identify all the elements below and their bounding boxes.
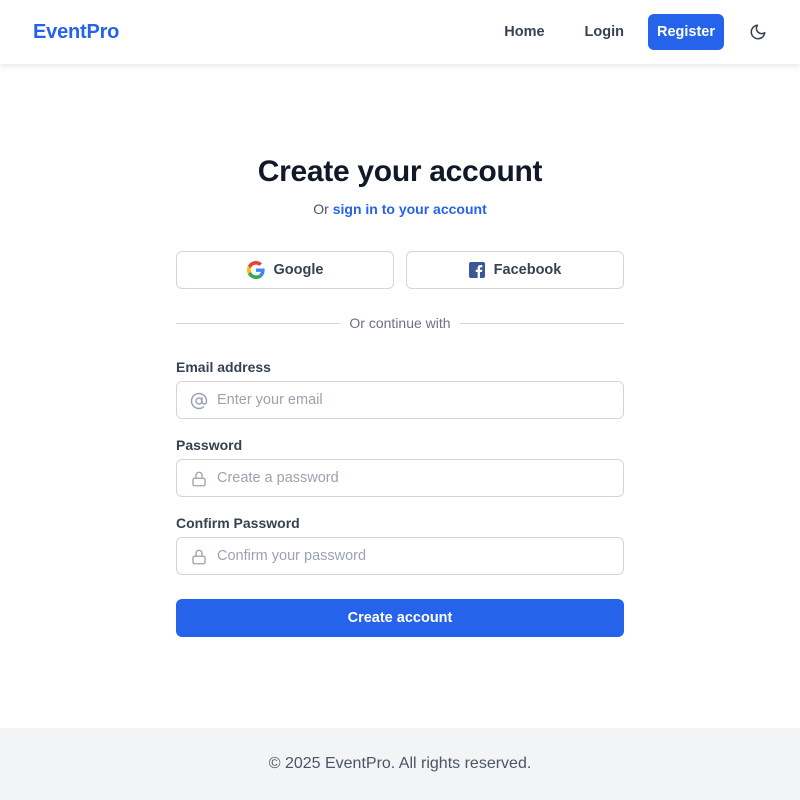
sign-in-link[interactable]: sign in to your account bbox=[333, 201, 487, 217]
lock-icon bbox=[189, 547, 209, 567]
nav-login-link[interactable]: Login bbox=[585, 24, 624, 40]
at-sign-icon bbox=[189, 391, 209, 411]
google-button-label: Google bbox=[273, 262, 324, 278]
google-signin-button[interactable]: Google bbox=[176, 251, 394, 289]
theme-toggle-button[interactable] bbox=[748, 22, 768, 42]
divider-line-left bbox=[176, 322, 341, 324]
create-account-button[interactable]: Create account bbox=[176, 599, 624, 637]
google-icon bbox=[246, 261, 265, 279]
or-divider: Or continue with bbox=[176, 313, 625, 333]
register-button[interactable]: Register bbox=[648, 14, 724, 50]
confirm-password-field[interactable] bbox=[176, 537, 624, 575]
moon-icon bbox=[750, 24, 766, 40]
email-input[interactable] bbox=[217, 382, 613, 418]
page-footer: © 2025 EventPro. All rights reserved. bbox=[0, 728, 800, 800]
facebook-button-label: Facebook bbox=[493, 262, 562, 278]
main-nav: Home Login Register bbox=[504, 14, 768, 50]
divider-line-right bbox=[459, 322, 625, 324]
password-field[interactable] bbox=[176, 459, 624, 497]
top-navbar: EventPro Home Login Register bbox=[0, 0, 800, 64]
facebook-icon bbox=[468, 262, 485, 278]
lock-icon bbox=[189, 469, 209, 489]
nav-home-link[interactable]: Home bbox=[504, 24, 544, 40]
page-subtitle: Or sign in to your account bbox=[0, 201, 800, 217]
facebook-signin-button[interactable]: Facebook bbox=[406, 251, 624, 289]
brand-logo[interactable]: EventPro bbox=[33, 21, 119, 44]
password-input[interactable] bbox=[217, 460, 613, 496]
password-label: Password bbox=[176, 437, 243, 453]
divider-text: Or continue with bbox=[349, 315, 451, 331]
subtitle-prefix: Or bbox=[313, 201, 329, 217]
footer-copyright: © 2025 EventPro. All rights reserved. bbox=[268, 755, 532, 772]
confirm-password-label: Confirm Password bbox=[176, 515, 300, 531]
email-field[interactable] bbox=[176, 381, 624, 419]
confirm-password-input[interactable] bbox=[217, 538, 613, 574]
page-title: Create your account bbox=[257, 155, 543, 188]
email-label: Email address bbox=[176, 359, 271, 375]
